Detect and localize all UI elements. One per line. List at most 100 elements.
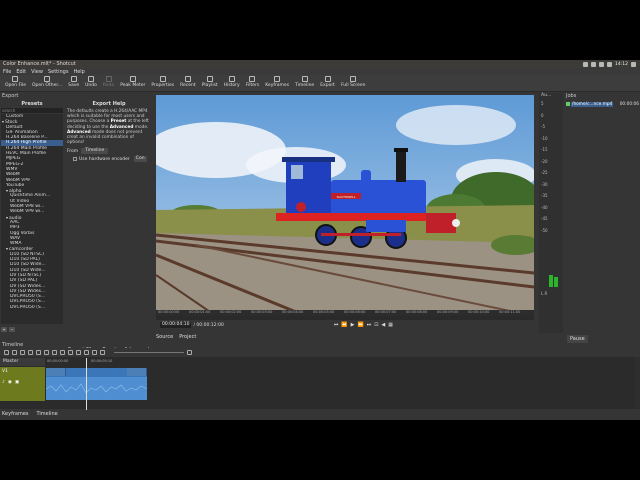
keyboard-icon[interactable] xyxy=(591,61,597,67)
presets-footer: + − xyxy=(1,327,15,332)
snap-icon[interactable] xyxy=(76,349,81,355)
keyframes-button[interactable]: Keyframes xyxy=(262,75,292,88)
eye-icon[interactable]: ◉ xyxy=(8,380,12,385)
presets-search-input[interactable]: search xyxy=(1,108,63,113)
timeline-menu-icon[interactable] xyxy=(4,349,9,355)
tab-source[interactable]: Source xyxy=(156,334,173,340)
volume-icon[interactable]: ◀ xyxy=(381,322,385,328)
export-dock-title: Export xyxy=(2,93,19,99)
open-other-icon xyxy=(44,76,51,82)
job-time: 00:00:06 xyxy=(619,101,639,107)
copy-icon[interactable] xyxy=(20,349,25,355)
tab-keyframes[interactable]: Keyframes xyxy=(2,411,29,417)
split-icon[interactable] xyxy=(68,349,73,355)
ruler-label: 00:00:02:00 xyxy=(220,310,242,314)
toolbar-label: Undo xyxy=(85,83,97,88)
shotcut-window: Color Enhance.mlt* - Shotcut 14:12 File E… xyxy=(0,60,640,420)
redo-button[interactable]: Redo xyxy=(100,75,117,88)
skip-previous-icon[interactable]: ⏮ xyxy=(334,322,339,328)
presets-tree[interactable]: CustomStockDefaultGIF AnimationH.264 Bas… xyxy=(1,114,63,324)
scrub-icon[interactable] xyxy=(84,349,89,355)
export-help: Export Help The defaults create a H.264/… xyxy=(65,100,153,333)
timeline-button[interactable]: Timeline xyxy=(292,75,317,88)
ruler-label: 00:00:03:00 xyxy=(251,310,273,314)
mute-icon[interactable]: ♪ xyxy=(2,380,5,385)
history-button[interactable]: History xyxy=(221,75,243,88)
pause-button[interactable]: Pause xyxy=(567,335,588,343)
power-icon[interactable] xyxy=(631,61,636,67)
skip-next-icon[interactable]: ⏭ xyxy=(367,322,372,328)
timeline-ruler-label: 00:00:00:00 xyxy=(47,359,69,363)
save-button[interactable]: Save xyxy=(65,75,82,88)
zoom-in-icon[interactable] xyxy=(187,349,192,355)
properties-button[interactable]: Properties xyxy=(148,75,177,88)
zoom-icon[interactable]: ⊡ xyxy=(374,322,378,328)
meter-scale-label: -5 xyxy=(541,124,545,129)
tab-project[interactable]: Project xyxy=(179,334,196,340)
paste-icon[interactable] xyxy=(28,349,33,355)
tab-timeline[interactable]: Timeline xyxy=(37,411,58,417)
timeline-playhead[interactable] xyxy=(86,358,87,410)
peak-meter-button[interactable]: Peak Meter xyxy=(117,75,148,88)
menu-settings[interactable]: Settings xyxy=(48,69,69,75)
dropbox-icon[interactable] xyxy=(583,61,589,67)
clock[interactable]: 14:12 xyxy=(615,62,628,67)
playlist-button[interactable]: Playlist xyxy=(199,75,221,88)
history-icon xyxy=(228,76,235,82)
grid-icon[interactable]: ▦ xyxy=(388,322,393,328)
menu-help[interactable]: Help xyxy=(73,69,84,75)
main-toolbar: Open File Open Other... Save Undo Redo Peak M… xyxy=(0,75,640,92)
peak-meter-icon xyxy=(129,76,136,82)
hardware-encoder-checkbox[interactable] xyxy=(73,157,77,162)
toolbar-label: Open Other... xyxy=(31,83,63,88)
timeline-scrollbar[interactable] xyxy=(634,357,640,409)
cut-icon[interactable] xyxy=(12,349,17,355)
timeline-ruler[interactable]: 00:00:00:00 00:00:05:10 xyxy=(46,358,636,366)
menu-view[interactable]: View xyxy=(31,69,43,75)
timeline-clip[interactable] xyxy=(46,368,147,400)
meter-scale-label: -45 xyxy=(541,216,548,221)
ruler-label: 00:00:07:00 xyxy=(375,310,397,314)
lift-icon[interactable] xyxy=(52,349,57,355)
preset-item[interactable]: DVCPRO50 (S... xyxy=(1,305,63,310)
add-preset-icon[interactable]: + xyxy=(1,327,7,332)
system-tray: 14:12 xyxy=(583,61,640,67)
ripple-icon[interactable] xyxy=(92,349,97,355)
configure-button[interactable]: Con xyxy=(133,156,147,163)
open-other-button[interactable]: Open Other... xyxy=(29,75,65,88)
toolbar-label: Export xyxy=(320,83,335,88)
window-title: Color Enhance.mlt* - Shotcut xyxy=(3,61,76,67)
append-icon[interactable] xyxy=(36,349,41,355)
play-icon[interactable]: ▶ xyxy=(351,322,355,328)
job-row[interactable]: /home/c...nce.mp4 00:00:06 xyxy=(565,101,639,107)
from-label: From xyxy=(67,148,79,154)
full-screen-button[interactable]: Full Screen xyxy=(338,75,369,88)
filters-button[interactable]: Filters xyxy=(243,75,263,88)
remove-preset-icon[interactable]: − xyxy=(9,327,15,332)
export-button[interactable]: Export xyxy=(317,75,338,88)
undo-button[interactable]: Undo xyxy=(82,75,100,88)
from-select[interactable]: Timeline xyxy=(81,148,109,155)
open-file-button[interactable]: Open File xyxy=(2,75,29,88)
meter-channel-label: L R xyxy=(541,291,548,296)
job-status-icon xyxy=(566,102,570,106)
video-viewer[interactable]: SOUTHWELL xyxy=(156,95,534,316)
menu-file[interactable]: File xyxy=(3,69,11,75)
menu-edit[interactable]: Edit xyxy=(16,69,26,75)
clip-thumbnail xyxy=(46,368,66,376)
meter-scale-label: -20 xyxy=(541,158,548,164)
export-panel: Export Presets search CustomStockDefault… xyxy=(0,93,153,333)
fast-forward-icon[interactable]: ⏩ xyxy=(357,322,363,328)
recent-button[interactable]: Recent xyxy=(177,75,199,88)
toolbar-label: Open File xyxy=(5,83,26,88)
overwrite-icon[interactable] xyxy=(60,349,65,355)
lock-icon[interactable]: ▣ xyxy=(15,380,19,385)
volume-icon[interactable] xyxy=(607,61,613,67)
zoom-out-icon[interactable] xyxy=(100,349,105,355)
track-header-v1[interactable]: V1 ♪ ◉ ▣ xyxy=(0,367,45,401)
zoom-slider[interactable] xyxy=(114,351,184,353)
network-icon[interactable] xyxy=(599,61,605,67)
rewind-icon[interactable]: ⏪ xyxy=(341,322,347,328)
current-timecode[interactable]: 00:00:04:10 xyxy=(160,322,192,328)
remove-icon[interactable] xyxy=(44,349,49,355)
